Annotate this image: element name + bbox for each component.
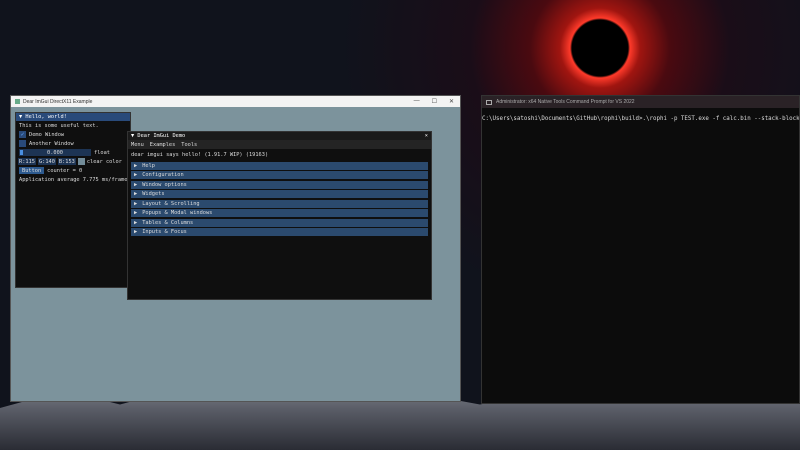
header-label: Help [142,162,155,169]
header-label: Tables & Columns [142,219,194,226]
demo-close-button[interactable]: × [425,133,431,139]
triangle-right-icon: ▶ [134,181,138,188]
version-text: dear imgui says hello! (1.91.7 WIP) (191… [131,151,269,158]
terminal-title: Administrator: x64 Native Tools Command … [496,99,635,105]
color-swatch[interactable] [77,158,85,165]
terminal-titlebar[interactable]: Administrator: x64 Native Tools Command … [482,96,799,108]
header-label: Configuration [142,172,184,178]
app-window-title: Dear ImGui DirectX11 Example [23,98,93,105]
demo-window-checkbox[interactable]: ✓ [19,131,26,138]
useful-text: This is some useful text. [19,122,99,129]
collapsing-header[interactable]: ▶ Layout & Scrolling [131,199,428,208]
another-window-label: Another Window [29,140,74,147]
button[interactable]: Button [19,167,45,174]
terminal-window: Administrator: x64 Native Tools Command … [481,95,800,404]
demo-title-text: Dear ImGui Demo [137,133,186,139]
collapsing-header[interactable]: ▶ Configuration [131,171,428,179]
demo-window: ▼ Dear ImGui Demo × Menu Examples Tools dea… [127,131,432,300]
collapsing-header[interactable]: ▶ Popups & Modal windows [131,209,428,217]
minimize-button[interactable]: — [414,98,420,105]
menu-menu[interactable]: Menu [131,142,144,148]
slider-grab[interactable] [20,150,23,155]
another-window-checkbox[interactable] [19,140,26,147]
hello-window-title[interactable]: ▼ Hello, world! [16,113,130,121]
app-window-titlebar[interactable]: Dear ImGui DirectX11 Example — ☐ ✕ [11,96,460,107]
demo-window-title[interactable]: ▼ Dear ImGui Demo × [128,132,431,140]
maximize-button[interactable]: ☐ [432,98,437,105]
float-slider[interactable]: 0.000 [19,149,91,156]
collapsing-header[interactable]: ▶ Widgets [131,190,428,198]
triangle-right-icon: ▶ [134,191,138,197]
header-label: Popups & Modal windows [142,210,213,216]
terminal-icon [486,99,492,105]
app-icon [15,99,20,104]
triangle-right-icon: ▶ [134,210,138,216]
triangle-right-icon: ▶ [134,219,138,226]
header-label: Layout & Scrolling [142,200,200,207]
header-label: Inputs & Focus [142,229,187,235]
triangle-right-icon: ▶ [134,200,138,207]
terminal-command: C:\Users\satoshi\Documents\GitHub\rophi\… [482,116,799,122]
header-label: Window options [142,181,187,188]
color-b[interactable]: B:153 [57,158,76,165]
demo-window-label: Demo Window [29,131,65,138]
collapsing-header[interactable]: ▶ Help [131,161,428,170]
fps-text: Application average 7.775 ms/frame (128.… [19,176,130,183]
menu-examples[interactable]: Examples [150,142,176,148]
triangle-right-icon: ▶ [134,172,138,178]
slider-label: float [94,149,110,156]
triangle-right-icon: ▶ [134,162,138,169]
color-g[interactable]: G:140 [37,158,56,165]
triangle-right-icon: ▶ [134,229,138,235]
hello-window: ▼ Hello, world! This is some useful text… [15,112,131,288]
close-button[interactable]: ✕ [449,98,454,105]
collapsing-header[interactable]: ▶ Window options [131,180,428,189]
color-label: clear color [86,158,122,165]
header-label: Widgets [142,191,165,197]
collapsing-header[interactable]: ▶ Inputs & Focus [131,228,428,236]
collapsing-header[interactable]: ▶ Tables & Columns [131,218,428,227]
hello-title-text: Hello, world! [25,114,67,120]
color-r[interactable]: R:115 [18,158,36,165]
counter-text: counter = 0 [47,167,83,174]
menu-tools[interactable]: Tools [181,142,197,148]
slider-value: 0.000 [47,149,63,156]
